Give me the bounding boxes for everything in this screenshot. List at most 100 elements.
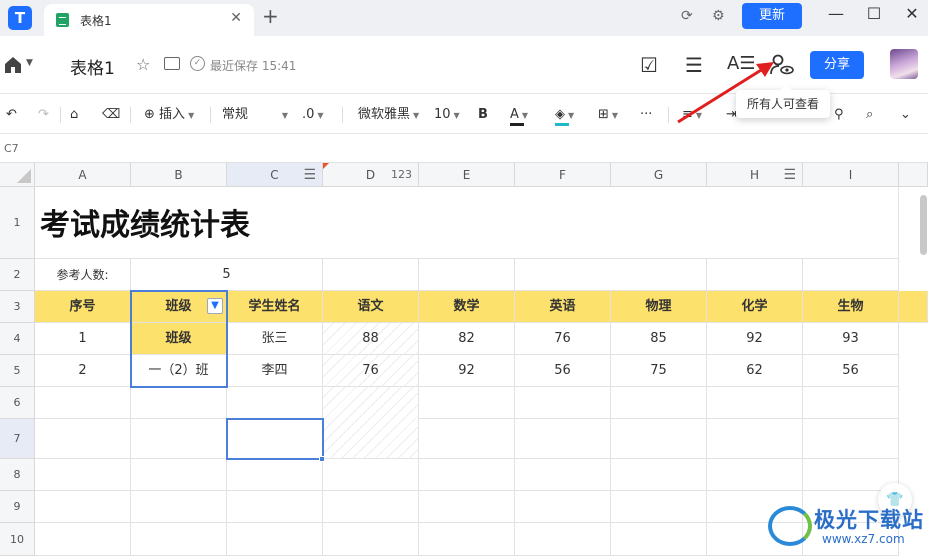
table-cell[interactable] — [227, 523, 323, 556]
table-cell[interactable] — [35, 419, 131, 459]
insert-menu[interactable]: ⊕ 插入 ▼ — [144, 106, 194, 125]
table-cell[interactable] — [515, 491, 611, 523]
table-cell[interactable] — [899, 291, 928, 323]
table-cell[interactable] — [131, 387, 227, 419]
table-cell[interactable]: 56 — [803, 355, 899, 387]
table-cell[interactable] — [227, 491, 323, 523]
table-cell[interactable]: 92 — [707, 323, 803, 355]
table-cell[interactable] — [323, 491, 419, 523]
table-cell[interactable]: 92 — [419, 355, 515, 387]
table-cell[interactable] — [35, 387, 131, 419]
column-header-f[interactable]: F — [515, 163, 611, 187]
close-tab-icon[interactable]: ✕ — [230, 10, 242, 26]
row-header-8[interactable]: 8 — [0, 459, 35, 491]
table-cell[interactable]: 76 — [515, 323, 611, 355]
table-cell[interactable] — [131, 419, 227, 459]
column-header-a[interactable]: A — [35, 163, 131, 187]
table-cell[interactable]: 62 — [707, 355, 803, 387]
bold-button[interactable]: B — [478, 106, 488, 124]
table-cell[interactable] — [323, 387, 419, 459]
table-cell[interactable] — [707, 259, 803, 291]
table-cell[interactable] — [707, 459, 803, 491]
table-cell[interactable] — [131, 491, 227, 523]
table-cell[interactable]: 1 — [35, 323, 131, 355]
table-cell[interactable] — [131, 459, 227, 491]
maximize-icon[interactable]: ☐ — [864, 4, 884, 23]
table-cell[interactable] — [515, 419, 611, 459]
row-header-1[interactable]: 1 — [0, 187, 35, 259]
table-cell[interactable]: 2 — [35, 355, 131, 387]
table-cell[interactable] — [419, 523, 515, 556]
table-cell[interactable]: 75 — [611, 355, 707, 387]
vertical-scrollbar[interactable] — [920, 195, 927, 255]
settings-icon[interactable]: ⚙ — [712, 8, 725, 24]
header-cell-biology[interactable]: 生物 — [803, 291, 899, 323]
redo-icon[interactable]: ↷ — [38, 106, 49, 124]
table-cell[interactable]: 88 — [323, 323, 419, 355]
font-color-button[interactable]: A ▼ — [510, 106, 528, 126]
update-button[interactable]: 更新 — [742, 3, 802, 29]
column-header-c[interactable]: C ☰ — [227, 163, 323, 187]
column-header-j[interactable] — [899, 163, 928, 187]
filter-lines-icon[interactable]: ☰ — [783, 163, 796, 187]
select-all-corner[interactable] — [0, 163, 35, 187]
task-check-icon[interactable]: ☑ — [640, 53, 658, 77]
participants-value-cell[interactable]: 5 — [131, 259, 323, 291]
fill-color-button[interactable]: ◈ ▼ — [555, 106, 574, 126]
table-cell[interactable]: 93 — [803, 323, 899, 355]
active-cell-c7[interactable] — [227, 419, 323, 459]
table-cell[interactable] — [419, 259, 515, 291]
table-cell[interactable] — [35, 459, 131, 491]
table-cell[interactable] — [131, 523, 227, 556]
document-title[interactable]: 表格1 — [70, 54, 115, 79]
row-header-2[interactable]: 2 — [0, 259, 35, 291]
table-cell[interactable]: 76 — [323, 355, 419, 387]
sync-icon[interactable]: ⟳ — [681, 8, 693, 24]
row-header-9[interactable]: 9 — [0, 491, 35, 523]
font-size-select[interactable]: 10 ▼ — [434, 106, 460, 125]
table-cell[interactable] — [515, 459, 611, 491]
format-painter-icon[interactable]: ⌂ — [70, 106, 78, 124]
undo-icon[interactable]: ↶ — [6, 106, 17, 124]
number-format-select[interactable]: 常规 ▼ — [222, 106, 288, 124]
table-cell[interactable] — [323, 259, 419, 291]
header-cell-english[interactable]: 英语 — [515, 291, 611, 323]
table-cell[interactable]: 82 — [419, 323, 515, 355]
column-header-e[interactable]: E — [419, 163, 515, 187]
table-cell[interactable]: 85 — [611, 323, 707, 355]
table-cell[interactable] — [227, 459, 323, 491]
table-cell[interactable] — [803, 387, 899, 419]
table-cell[interactable] — [35, 523, 131, 556]
table-cell[interactable]: 张三 — [227, 323, 323, 355]
table-cell[interactable] — [707, 387, 803, 419]
table-cell[interactable] — [419, 459, 515, 491]
header-cell-name[interactable]: 学生姓名 — [227, 291, 323, 323]
table-cell[interactable] — [611, 491, 707, 523]
minimize-icon[interactable]: — — [826, 4, 846, 23]
chevron-down-icon[interactable]: ▼ — [26, 58, 33, 68]
pin-icon[interactable]: ⚲ — [834, 106, 844, 124]
table-cell[interactable] — [611, 459, 707, 491]
table-cell[interactable]: 一（2）班 — [131, 355, 227, 387]
table-cell[interactable] — [515, 259, 707, 291]
table-cell[interactable] — [419, 419, 515, 459]
row-header-7[interactable]: 7 — [0, 419, 35, 459]
column-header-b[interactable]: B — [131, 163, 227, 187]
search-icon[interactable]: ⌕ — [866, 106, 873, 124]
row-header-5[interactable]: 5 — [0, 355, 35, 387]
more-button[interactable]: ··· — [640, 106, 652, 124]
app-logo-icon[interactable]: T — [8, 6, 32, 30]
table-cell[interactable] — [35, 491, 131, 523]
table-cell[interactable] — [419, 387, 515, 419]
table-cell[interactable] — [707, 419, 803, 459]
table-cell[interactable] — [803, 259, 899, 291]
chevron-down-icon[interactable]: ⌄ — [900, 106, 911, 124]
home-icon[interactable] — [4, 56, 22, 74]
fill-handle[interactable] — [319, 456, 325, 462]
table-cell[interactable] — [611, 523, 707, 556]
close-window-icon[interactable]: ✕ — [902, 4, 922, 23]
filter-icon[interactable]: ▼ — [207, 298, 223, 314]
table-cell[interactable]: 李四 — [227, 355, 323, 387]
folder-move-icon[interactable] — [164, 57, 180, 70]
filter-lines-icon[interactable]: ☰ — [303, 163, 316, 187]
